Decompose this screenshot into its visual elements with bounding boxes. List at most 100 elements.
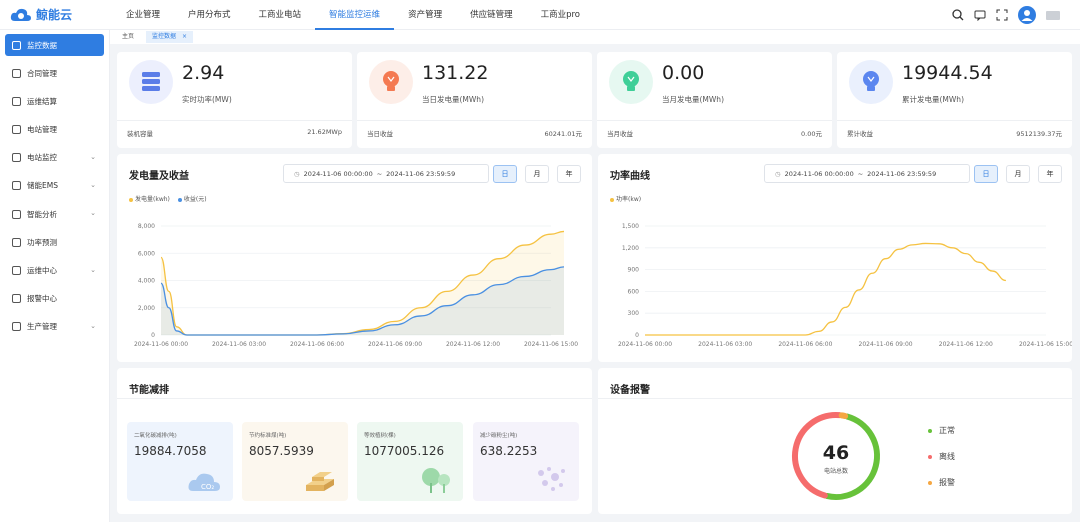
sidebar-item-label: 合同管理 [27, 68, 57, 78]
user-name-placeholder[interactable] [1046, 10, 1060, 20]
sidebar-item[interactable]: 生产管理 ⌄ [5, 316, 104, 338]
tree-icon [422, 468, 450, 493]
alarm-legend-label: 离线 [939, 452, 955, 461]
donut-segment[interactable] [838, 412, 849, 420]
stat-card: 2.94 实时功率(MW) 装机容量 21.62MWp [117, 52, 352, 148]
contract-icon [12, 68, 21, 78]
eco-stat-label: 二氧化碳减排(吨) [134, 433, 177, 439]
tab-home[interactable]: 主页 [116, 31, 140, 43]
nav-item[interactable]: 工商业电站 [245, 0, 316, 30]
app-name: 鲸能云 [36, 8, 73, 22]
sidebar-item[interactable]: 合同管理 [5, 62, 104, 84]
station-icon [12, 125, 21, 135]
generation-chart: 0 2,000 4,000 6,000 8,000 2024-11-06 00:00 202… [134, 223, 578, 348]
stat-foot-value: 9512139.37元 [1016, 130, 1062, 138]
sidebar-item[interactable]: 功率预测 [5, 231, 104, 253]
nav-item[interactable]: 工商业pro [527, 0, 594, 30]
stat-label: 当月发电量(MWh) [662, 95, 724, 104]
chart-icon [12, 40, 21, 50]
eco-stat-value: 1077005.126 [364, 444, 445, 458]
sidebar-item[interactable]: 储能EMS ⌄ [5, 175, 104, 197]
stat-foot-label: 当日收益 [367, 130, 393, 138]
stat-foot-label: 当月收益 [607, 130, 633, 138]
alert-icon [12, 294, 21, 304]
x-tick-label: 2024-11-06 15:00 [524, 341, 578, 348]
generation-chart-card: 发电量及收益 ◷ 2024-11-06 00:00:00 ~ 2024-11-0… [117, 154, 592, 362]
y-tick-label: 8,000 [138, 223, 155, 230]
pie-icon [12, 209, 21, 219]
card-title: 设备报警 [610, 385, 650, 396]
divider [117, 398, 592, 399]
sidebar-item[interactable]: 运维中心 ⌄ [5, 260, 104, 282]
sidebar-item[interactable]: 电站监控 ⌄ [5, 147, 104, 169]
alarm-legend-item[interactable]: 离线 [928, 451, 955, 462]
x-tick-label: 2024-11-06 00:00 [618, 341, 672, 348]
stat-foot-value: 21.62MWp [307, 128, 342, 136]
sidebar-item-label: 电站监控 [27, 153, 57, 163]
series-line [644, 242, 1006, 336]
bulb-icon [369, 60, 413, 104]
sidebar-item[interactable]: 智能分析 ⌄ [5, 203, 104, 225]
nav-item[interactable]: 企业管理 [112, 0, 174, 30]
forecast-icon [12, 237, 21, 247]
divider [117, 120, 352, 121]
stat-value: 131.22 [422, 62, 489, 84]
x-tick-label: 2024-11-06 03:00 [212, 341, 266, 348]
stat-value: 0.00 [662, 62, 705, 84]
avatar[interactable] [1018, 6, 1036, 24]
dust-icon [538, 467, 565, 491]
y-tick-label: 0 [635, 332, 639, 339]
tab-monitoring[interactable]: 监控数据 × [146, 31, 193, 43]
nav-item[interactable]: 供应链管理 [456, 0, 527, 30]
sidebar-item[interactable]: 运维结算 [5, 90, 104, 112]
nav-item[interactable]: 资产管理 [394, 0, 456, 30]
alarm-legend-label: 正常 [939, 426, 955, 435]
eco-stat-value: 638.2253 [480, 444, 538, 458]
search-icon[interactable] [952, 9, 964, 21]
nav-item[interactable]: 户用分布式 [174, 0, 245, 30]
stat-value: 19944.54 [902, 62, 993, 84]
alarm-legend-item[interactable]: 正常 [928, 425, 955, 436]
close-icon[interactable]: × [182, 33, 187, 40]
chevron-down-icon: ⌄ [90, 152, 96, 161]
chevron-down-icon: ⌄ [90, 209, 96, 218]
eco-stat-value: 8057.5939 [249, 444, 314, 458]
x-tick-label: 2024-11-06 00:00 [134, 341, 188, 348]
cloud-logo-icon [10, 8, 31, 21]
bulb-icon [609, 60, 653, 104]
x-tick-label: 2024-11-06 12:00 [446, 341, 500, 348]
message-icon[interactable] [974, 9, 986, 21]
top-bar: 鲸能云 企业管理 户用分布式 工商业电站 智能监控运维 资产管理 供应链管理 工商业pro [0, 0, 1080, 30]
y-tick-label: 300 [628, 310, 640, 317]
sidebar-item[interactable]: 电站管理 [5, 119, 104, 141]
legend-dot [928, 454, 932, 459]
svg-text:CO₂: CO₂ [201, 483, 214, 491]
eco-stat-label: 等效植树(棵) [364, 433, 396, 439]
divider [597, 120, 832, 121]
stat-value: 2.94 [182, 62, 225, 84]
card-title: 节能减排 [129, 385, 169, 396]
sidebar-item[interactable]: 报警中心 [5, 288, 104, 310]
eco-stat-label: 节约标准煤(吨) [249, 433, 287, 439]
x-tick-label: 2024-11-06 06:00 [778, 341, 832, 348]
sidebar-item[interactable]: 监控数据 [5, 34, 104, 56]
main-nav: 企业管理 户用分布式 工商业电站 智能监控运维 资产管理 供应链管理 工商业pro [112, 0, 594, 30]
y-tick-label: 6,000 [138, 250, 155, 257]
logo[interactable]: 鲸能云 [10, 6, 72, 23]
chevron-down-icon: ⌄ [90, 265, 96, 274]
eco-stat-card: 二氧化碳减排(吨) 19884.7058 CO₂ [127, 422, 233, 501]
sidebar-item-label: 功率预测 [27, 237, 57, 247]
x-tick-label: 2024-11-06 09:00 [859, 341, 913, 348]
stat-foot-value: 60241.01元 [544, 130, 582, 138]
alarm-legend-item[interactable]: 报警 [928, 477, 955, 488]
power-chart-card: 功率曲线 ◷ 2024-11-06 00:00:00 ~ 2024-11-06 … [598, 154, 1072, 362]
x-tick-label: 2024-11-06 03:00 [698, 341, 752, 348]
divider [357, 120, 592, 121]
sidebar-item-label: 运维结算 [27, 96, 57, 106]
chevron-down-icon: ⌄ [90, 180, 96, 189]
nav-item[interactable]: 智能监控运维 [315, 0, 395, 30]
divider [598, 398, 1072, 399]
fullscreen-icon[interactable] [996, 9, 1008, 21]
battery-icon [12, 181, 21, 191]
stat-foot-value: 0.00元 [801, 130, 822, 138]
